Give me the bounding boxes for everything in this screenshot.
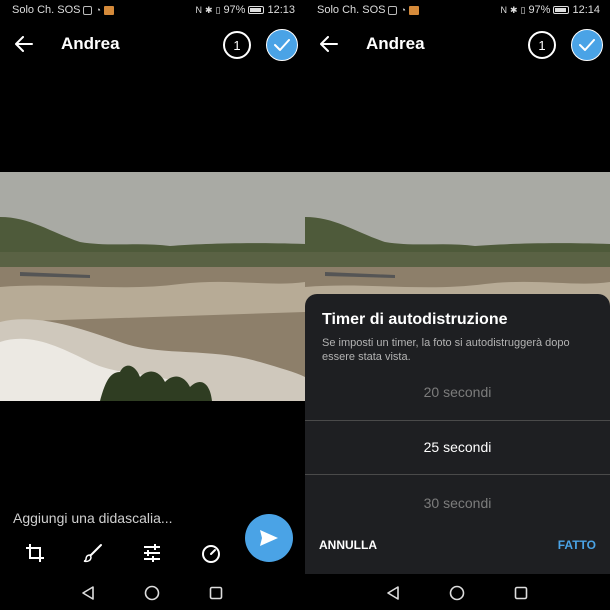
- system-navigation-bar: [0, 580, 305, 606]
- bluetooth-icon: ✱: [204, 4, 213, 15]
- vibrate-icon: ▯: [520, 4, 526, 15]
- vibrate-icon: ▯: [215, 4, 221, 15]
- confirm-button[interactable]: [571, 29, 603, 61]
- nfc-icon: N: [500, 5, 507, 15]
- status-bar: Solo Ch. SOS ◔ N ✱ ▯ 97% 12:14: [305, 0, 610, 20]
- back-button[interactable]: [317, 32, 341, 56]
- notification-icon: [103, 5, 114, 15]
- sim-icon: [83, 5, 93, 15]
- nav-recents-button[interactable]: [207, 584, 225, 602]
- battery-icon: [248, 6, 265, 14]
- status-bar: Solo Ch. SOS ◔ N ✱ ▯ 97% 12:13: [0, 0, 305, 20]
- adjust-button[interactable]: [141, 542, 163, 564]
- sheet-description: Se imposti un timer, la foto si autodist…: [322, 337, 570, 363]
- brush-icon: [83, 544, 102, 563]
- nav-back-icon: [82, 586, 94, 600]
- nav-recents-icon: [209, 586, 223, 600]
- nav-home-button[interactable]: [448, 584, 466, 602]
- caption-input[interactable]: Aggiungi una didascalia...: [13, 510, 173, 526]
- nav-back-button[interactable]: [384, 584, 402, 602]
- back-button[interactable]: [12, 32, 36, 56]
- nav-recents-icon: [514, 586, 528, 600]
- nav-home-icon: [449, 585, 465, 601]
- nav-home-icon: [144, 585, 160, 601]
- timer-option-selected[interactable]: 25 secondi: [305, 439, 610, 455]
- nav-back-icon: [387, 586, 399, 600]
- timer-button[interactable]: [200, 542, 222, 564]
- nfc-icon: N: [195, 5, 202, 15]
- self-destruct-timer-screen: Solo Ch. SOS ◔ N ✱ ▯ 97% 12:14 Andrea 1: [305, 0, 610, 610]
- sliders-icon: [144, 544, 160, 562]
- self-destruct-timer-sheet: Timer di autodistruzione Se imposti un t…: [305, 294, 610, 574]
- send-button[interactable]: [245, 514, 293, 562]
- selection-count-badge[interactable]: 1: [223, 31, 251, 59]
- crop-icon: [26, 544, 44, 562]
- clock: 12:14: [572, 4, 600, 16]
- sheet-title: Timer di autodistruzione: [322, 311, 508, 328]
- chat-header: Andrea: [0, 26, 305, 62]
- contact-name: Andrea: [366, 34, 425, 53]
- battery-percent: 97%: [528, 4, 551, 16]
- timer-icon: [202, 545, 220, 563]
- cancel-button[interactable]: ANNULLA: [319, 538, 377, 552]
- photo-editor-screen: Solo Ch. SOS ◔ N ✱ ▯ 97% 12:13 Andrea 1: [0, 0, 305, 610]
- wifi-icon: ◔: [95, 5, 101, 15]
- check-icon: [274, 39, 290, 51]
- nav-recents-button[interactable]: [512, 584, 530, 602]
- timer-option[interactable]: 30 secondi: [305, 495, 610, 511]
- wifi-icon: ◔: [400, 5, 406, 15]
- carrier-label: Solo Ch. SOS: [12, 4, 81, 16]
- back-arrow-icon: [15, 36, 33, 52]
- timer-option[interactable]: 20 secondi: [305, 384, 610, 400]
- carrier-label: Solo Ch. SOS: [317, 4, 386, 16]
- picker-divider-bottom: [305, 474, 610, 475]
- nav-home-button[interactable]: [143, 584, 161, 602]
- clock: 12:13: [267, 4, 295, 16]
- notification-icon: [408, 5, 419, 15]
- crop-button[interactable]: [24, 542, 46, 564]
- draw-button[interactable]: [82, 542, 104, 564]
- selection-count-badge[interactable]: 1: [528, 31, 556, 59]
- sim-icon: [388, 5, 398, 15]
- confirm-button[interactable]: [266, 29, 298, 61]
- send-icon: [260, 530, 278, 546]
- battery-icon: [553, 6, 570, 14]
- back-arrow-icon: [320, 36, 338, 52]
- nav-back-button[interactable]: [79, 584, 97, 602]
- picker-divider-top: [305, 420, 610, 421]
- contact-name: Andrea: [61, 34, 120, 53]
- bluetooth-icon: ✱: [509, 4, 518, 15]
- chat-header: Andrea: [305, 26, 610, 62]
- system-navigation-bar: [305, 580, 610, 606]
- done-button[interactable]: FATTO: [558, 538, 596, 552]
- battery-percent: 97%: [223, 4, 246, 16]
- check-icon: [579, 39, 595, 51]
- photo-preview: [0, 172, 305, 401]
